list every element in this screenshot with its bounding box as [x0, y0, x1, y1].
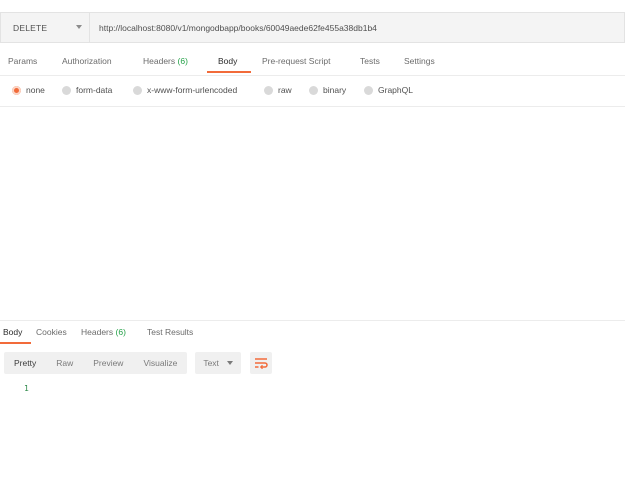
- pane-divider[interactable]: [0, 320, 625, 321]
- radio-x-www-form-urlencoded[interactable]: x-www-form-urlencoded: [133, 85, 237, 95]
- radio-icon: [62, 85, 71, 95]
- tab-label: Params: [8, 56, 38, 66]
- tab-tests[interactable]: Tests: [360, 56, 380, 66]
- tab-authorization[interactable]: Authorization: [62, 56, 112, 66]
- radio-label: raw: [278, 85, 292, 95]
- tab-params[interactable]: Params: [8, 56, 37, 66]
- tab-label: Pre-request Script: [262, 56, 331, 66]
- tab-label: Tests: [360, 56, 380, 66]
- tab-label: Body: [218, 56, 238, 66]
- active-tab-indicator: [0, 342, 31, 344]
- tab-label: Headers: [143, 56, 176, 66]
- tab-headers[interactable]: Headers (6): [143, 56, 188, 66]
- tab-label: Test Results: [147, 327, 194, 337]
- headers-count: (6): [177, 56, 188, 66]
- radio-label: binary: [323, 85, 347, 95]
- radio-label: none: [26, 85, 45, 95]
- view-pretty-button[interactable]: Pretty: [4, 352, 46, 374]
- radio-binary[interactable]: binary: [309, 85, 346, 95]
- format-label: Text: [203, 358, 219, 368]
- word-wrap-button[interactable]: [249, 352, 272, 374]
- tab-label: Cookies: [36, 327, 67, 337]
- url-input[interactable]: http://localhost:8080/v1/mongodbapp/book…: [90, 12, 625, 43]
- view-preview-button[interactable]: Preview: [83, 352, 133, 374]
- radio-icon: [264, 85, 273, 95]
- radio-icon: [364, 85, 373, 95]
- view-raw-button[interactable]: Raw: [46, 352, 83, 374]
- radio-icon: [133, 85, 142, 95]
- response-tab-body[interactable]: Body: [3, 327, 22, 337]
- radio-none[interactable]: none: [12, 85, 45, 95]
- divider: [0, 75, 625, 76]
- chevron-down-icon: [226, 361, 233, 365]
- response-tabs: Body Cookies Headers (6) Test Results: [0, 327, 625, 341]
- tab-body[interactable]: Body: [218, 56, 237, 66]
- headers-count: (6): [115, 327, 126, 337]
- tab-label: Authorization: [62, 56, 112, 66]
- line-number: 1: [24, 384, 29, 393]
- request-url-bar: DELETE http://localhost:8080/v1/mongodba…: [0, 12, 625, 43]
- request-tabs: Params Authorization Headers (6) Body Pr…: [0, 56, 625, 74]
- view-visualize-button[interactable]: Visualize: [133, 352, 187, 374]
- radio-label: form-data: [76, 85, 113, 95]
- tab-label: Settings: [404, 56, 435, 66]
- radio-form-data[interactable]: form-data: [62, 85, 112, 95]
- word-wrap-icon: [254, 358, 268, 369]
- radio-label: GraphQL: [378, 85, 413, 95]
- tab-label: Headers: [81, 327, 114, 337]
- method-label: DELETE: [13, 22, 48, 33]
- radio-checked-icon: [12, 85, 21, 95]
- response-tab-cookies[interactable]: Cookies: [36, 327, 67, 337]
- method-select[interactable]: DELETE: [0, 12, 90, 43]
- response-tab-test-results[interactable]: Test Results: [147, 327, 193, 337]
- tab-label: Body: [3, 327, 23, 337]
- body-type-options: none form-data x-www-form-urlencoded raw…: [0, 85, 625, 97]
- tab-settings[interactable]: Settings: [404, 56, 435, 66]
- radio-graphql[interactable]: GraphQL: [364, 85, 413, 95]
- radio-icon: [309, 85, 318, 95]
- response-view-controls: Pretty Raw Preview Visualize Text: [4, 352, 272, 374]
- radio-raw[interactable]: raw: [264, 85, 292, 95]
- tab-pre-request-script[interactable]: Pre-request Script: [262, 56, 331, 66]
- active-tab-indicator: [207, 71, 251, 73]
- chevron-down-icon: [76, 25, 82, 29]
- divider: [0, 106, 625, 107]
- response-tab-headers[interactable]: Headers (6): [81, 327, 126, 337]
- radio-label: x-www-form-urlencoded: [147, 85, 238, 95]
- view-mode-group: Pretty Raw Preview Visualize: [4, 352, 188, 374]
- format-select[interactable]: Text: [195, 352, 241, 374]
